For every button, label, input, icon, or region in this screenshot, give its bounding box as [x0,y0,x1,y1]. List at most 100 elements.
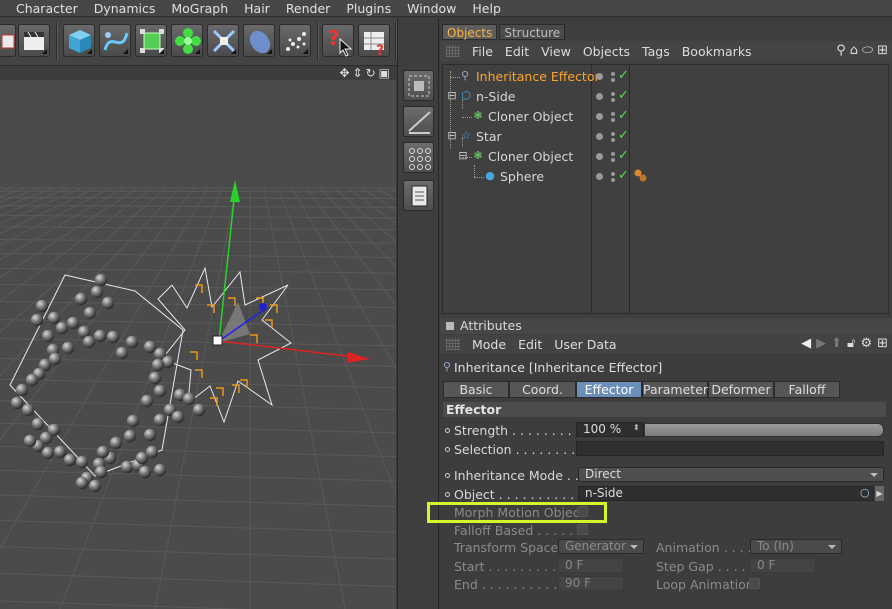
menu-window[interactable]: Window [398,1,463,16]
palette-button-1[interactable] [403,70,434,101]
sphere-clone [41,446,55,460]
tab-basic[interactable]: Basic [443,381,509,398]
add-nurbs-button[interactable] [135,24,167,57]
new-panel-icon[interactable]: ⊞ [877,336,888,351]
menu-edit[interactable]: Edit [499,44,535,59]
menu-bookmarks[interactable]: Bookmarks [676,44,758,59]
render-region-button[interactable] [0,24,16,57]
menu-edit-attr[interactable]: Edit [512,337,548,352]
menu-dynamics[interactable]: Dynamics [85,1,163,16]
menu-mode[interactable]: Mode [466,337,512,352]
object-manager-tabs: Objects Structure [442,24,566,40]
strength-slider[interactable] [644,423,884,437]
menu-tags[interactable]: Tags [636,44,676,59]
pick-object-icon[interactable]: ○ [860,486,870,499]
menu-file[interactable]: File [466,44,499,59]
stepper-icon[interactable]: ⬍ [633,423,640,432]
object-link-field[interactable]: n-Side [578,486,874,501]
lock-icon[interactable]: 🔓︎ [847,336,855,351]
rotate-view-icon[interactable]: ↻ [366,66,376,80]
search-icon[interactable]: ⚲ [836,43,846,58]
selection-field[interactable] [576,441,884,456]
move-view-icon[interactable]: ✥ [339,66,349,80]
palette-button-3[interactable] [403,142,434,173]
object-origin [212,335,223,346]
menu-help[interactable]: Help [463,1,508,16]
end-field[interactable]: 90 F [558,576,624,591]
tab-parameter[interactable]: Parameter [642,381,708,398]
section-effector: Effector [443,402,886,417]
object-row-cloner-object-1[interactable]: ❃ Cloner Object ✓ [443,107,888,127]
step-gap-field[interactable]: 0 F [750,558,816,573]
animation-dropdown[interactable]: To (In) [750,539,842,554]
menu-user-data[interactable]: User Data [548,337,622,352]
object-row-cloner-object-2[interactable]: ⊟ ❃ Cloner Object ✓ [443,147,888,167]
add-cube-button[interactable] [63,24,95,57]
tab-falloff[interactable]: Falloff [774,381,840,398]
attribute-object-name: Inheritance [Inheritance Effector] [454,360,663,375]
material-tag-icon[interactable] [633,168,649,184]
edit-render-settings-button[interactable]: ? [358,24,390,59]
menu-plugins[interactable]: Plugins [337,1,398,16]
menu-character[interactable]: Character [0,1,85,16]
animate-bullet-icon[interactable] [445,428,450,433]
add-spline-button[interactable] [99,24,131,57]
menu-mograph[interactable]: MoGraph [162,1,235,16]
svg-text:?: ? [328,26,340,50]
add-scene-button[interactable] [243,24,275,57]
enabled-check-icon[interactable]: ✓ [618,148,629,163]
zoom-view-icon[interactable]: ⇕ [353,66,363,80]
maximize-view-icon[interactable]: ▣ [379,66,390,80]
palette-button-4[interactable] [403,180,434,211]
tab-structure[interactable]: Structure [499,24,566,40]
object-row-inheritance-effector[interactable]: ⚲ Inheritance Effector ✓ [443,67,888,87]
tab-deformer[interactable]: Deformer [708,381,774,398]
animate-bullet-icon[interactable] [445,492,450,497]
tab-objects[interactable]: Objects [442,24,498,40]
render-picture-viewer-button[interactable] [18,24,50,57]
sphere-clone [90,285,104,299]
sphere-clone [15,383,29,397]
inheritance-mode-dropdown[interactable]: Direct [578,467,884,482]
object-row-n-side[interactable]: ⊟ ⬡ n-Side ✓ [443,87,888,107]
transform-space-dropdown[interactable]: Generator [558,539,644,554]
menu-view[interactable]: View [535,44,577,59]
tab-coord[interactable]: Coord. [509,381,576,398]
falloff-based-checkbox[interactable] [577,524,588,535]
home-icon[interactable]: ⌂ [850,43,858,58]
enabled-check-icon[interactable]: ✓ [618,88,629,103]
enabled-check-icon[interactable]: ✓ [618,168,629,183]
object-row-sphere[interactable]: ● Sphere ✓ [443,167,888,187]
viewport-3d[interactable]: ✥ ⇕ ↻ ▣ [0,66,396,609]
palette-button-2[interactable] [403,106,434,137]
animate-bullet-icon[interactable] [445,473,450,478]
back-arrow-icon[interactable]: ◀ [801,336,811,351]
loop-animation-checkbox[interactable] [749,578,760,589]
add-deformer-button[interactable] [207,24,239,57]
settings-icon[interactable]: ⚙ [860,336,872,351]
collapse-icon[interactable]: ⊟ [457,150,469,162]
new-panel-icon[interactable]: ⊞ [877,43,888,58]
tab-effector[interactable]: Effector [576,381,642,398]
enabled-check-icon[interactable]: ✓ [618,68,629,83]
menu-hair[interactable]: Hair [235,1,277,16]
forward-arrow-icon[interactable]: ▶ [816,336,826,351]
add-particle-button[interactable] [279,24,311,57]
up-arrow-icon[interactable]: ⬆ [831,336,842,351]
enabled-check-icon[interactable]: ✓ [618,108,629,123]
add-array-button[interactable] [171,24,203,57]
object-row-star[interactable]: ⊟ ☆ Star ✓ [443,127,888,147]
animate-bullet-icon[interactable] [445,447,450,452]
link-icon[interactable]: ⬭ [862,43,873,58]
menu-render[interactable]: Render [277,1,338,16]
menu-objects[interactable]: Objects [577,44,636,59]
sphere-clone [171,410,185,424]
enabled-check-icon[interactable]: ✓ [618,128,629,143]
expand-arrow-icon[interactable]: ▶ [875,486,884,501]
collapse-icon[interactable]: ⊟ [446,90,458,102]
help-pointer-button[interactable]: ? [322,24,354,57]
collapse-icon[interactable]: ⊟ [446,130,458,142]
start-field[interactable]: 0 F [558,558,624,573]
n-side-icon: ⬡ [461,89,471,102]
sphere-clone [25,373,39,387]
